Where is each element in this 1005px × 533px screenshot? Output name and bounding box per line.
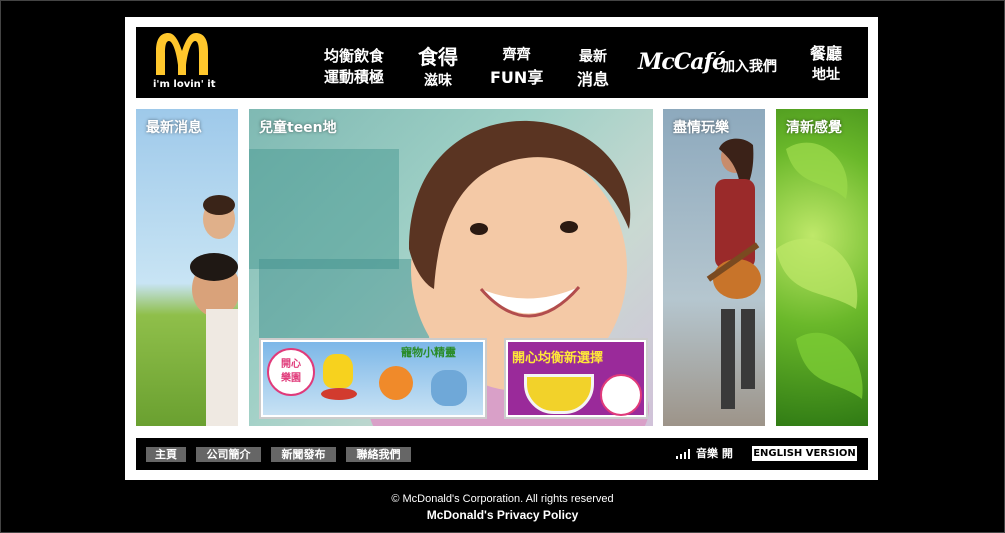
tagline: i'm lovin' it	[153, 79, 216, 90]
balanced-choice-promo[interactable]: 開心均衡新選擇	[504, 338, 648, 419]
footer-bar: 主頁 公司簡介 新聞發布 聯絡我們 音樂 開 ENGLISH VERSION	[136, 438, 868, 470]
copyright-text: © McDonald's Corporation. All rights res…	[391, 493, 614, 505]
music-label: 音樂 開	[696, 447, 733, 460]
lettuce-photo	[776, 142, 863, 399]
nav-label: 餐廳	[810, 44, 843, 63]
nav-label: 滋味	[424, 73, 452, 89]
squirtle-toy-image	[431, 370, 467, 406]
panel-title: 最新消息	[146, 120, 202, 136]
pokemon-toys-image	[323, 354, 353, 388]
nav-label: 食得	[418, 45, 458, 69]
volume-bars-icon	[676, 449, 690, 459]
mccafe-logo[interactable]: McCafé	[638, 49, 726, 75]
couple-photo	[190, 195, 238, 426]
english-version-button[interactable]: ENGLISH VERSION	[752, 446, 857, 461]
nav-label: 消息	[577, 70, 610, 89]
panel-title: 清新感覺	[786, 120, 842, 136]
footer-link-home[interactable]: 主頁	[146, 447, 186, 462]
nav-label: 最新	[579, 49, 607, 65]
nav-label: 運動積極	[324, 68, 385, 86]
music-toggle[interactable]: 音樂 開	[676, 447, 733, 461]
balanced-choice-title: 開心均衡新選擇	[512, 351, 604, 366]
golden-arches-icon	[156, 33, 208, 75]
nav-label: 齊齊	[502, 47, 531, 63]
mcdonalds-logo[interactable]: i'm lovin' it	[148, 33, 224, 93]
footer-link-about[interactable]: 公司簡介	[196, 447, 261, 462]
toy-base	[321, 388, 357, 400]
nav-fun[interactable]: 齊齊 FUN享	[490, 44, 543, 88]
badge-text: 開心	[281, 359, 301, 370]
nav-restaurant-locator[interactable]: 餐廳 地址	[810, 40, 842, 84]
nav-balanced-diet[interactable]: 均衡飲食 運動積極	[324, 45, 384, 87]
pokemon-title: 寵物小精靈	[401, 346, 456, 359]
panel-latest-news[interactable]: 最新消息	[136, 109, 238, 426]
header-bar: i'm lovin' it 均衡飲食 運動積極 食得 滋味 齊齊 FUN享 最新…	[136, 27, 868, 98]
badge-text: 樂園	[281, 373, 301, 384]
footer-link-press[interactable]: 新聞發布	[271, 447, 336, 462]
happy-meal-badge: 開心 樂園	[267, 348, 315, 396]
nav-news[interactable]: 最新 消息	[577, 46, 609, 90]
guitarist-photo	[706, 138, 761, 409]
nav-food[interactable]: 食得 滋味	[418, 41, 458, 90]
panel-title: 盡情玩樂	[673, 120, 729, 136]
nav-label: 地址	[812, 67, 840, 83]
footer-link-contact[interactable]: 聯絡我們	[346, 447, 411, 462]
pokemon-promo[interactable]: 開心 樂園 寵物小精靈	[259, 338, 487, 419]
nav-label: FUN享	[490, 68, 544, 87]
panel-play[interactable]: 盡情玩樂	[663, 109, 765, 426]
panel-kids[interactable]: 兒童teen地 開心 樂園 寵物小精靈 開心均衡新選擇	[249, 109, 653, 426]
panel-fresh[interactable]: 清新感覺	[776, 109, 868, 426]
panel-title: 兒童teen地	[259, 120, 337, 136]
privacy-policy-link[interactable]: McDonald's Privacy Policy	[0, 508, 1005, 522]
charizard-toy-image	[379, 366, 413, 400]
nav-label: 均衡飲食	[324, 47, 385, 65]
nav-label: 加入我們	[721, 59, 777, 75]
nav-join-us[interactable]: 加入我們	[721, 56, 777, 76]
happy-meal-badge	[600, 374, 642, 416]
